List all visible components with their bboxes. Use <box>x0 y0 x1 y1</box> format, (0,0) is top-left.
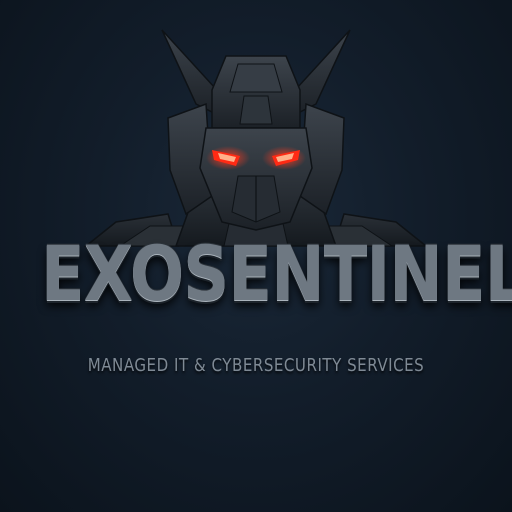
helmet-crest <box>211 55 301 129</box>
brand-name: EXOSENTINEL <box>40 229 512 318</box>
brand-tagline: MANAGED IT & CYBERSECURITY SERVICES <box>87 356 425 376</box>
logo-canvas: EXOSENTINEL MANAGED IT & CYBERSECURITY S… <box>0 0 512 512</box>
